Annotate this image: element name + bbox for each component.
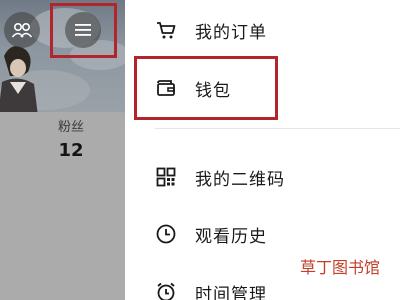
- alarm-clock-icon: [157, 282, 175, 300]
- menu-item-label: 观看历史: [195, 226, 267, 247]
- menu-divider: [155, 128, 400, 129]
- menu-item-my-qr-code[interactable]: 我的二维码: [125, 155, 400, 199]
- clock-icon: [156, 224, 176, 244]
- menu-item-label: 时间管理: [195, 284, 267, 300]
- watermark-text: 草丁: [300, 258, 333, 277]
- watermark-text: 图书馆: [332, 258, 381, 277]
- followers-label: 粉丝: [57, 120, 84, 135]
- followers-count: 12: [58, 140, 84, 161]
- highlight-box-menu-button: [50, 3, 117, 58]
- highlight-box-wallet: [134, 56, 278, 120]
- cart-icon: [157, 22, 176, 39]
- menu-item-my-orders[interactable]: 我的订单: [125, 8, 400, 52]
- menu-item-label: 我的二维码: [195, 169, 285, 190]
- menu-item-watch-history[interactable]: 观看历史: [125, 212, 400, 256]
- friends-button[interactable]: [4, 12, 40, 48]
- menu-item-label: 我的订单: [195, 22, 267, 43]
- qr-code-icon: [156, 167, 176, 187]
- people-icon: [11, 22, 33, 38]
- watermark: 草丁图书馆: [300, 254, 380, 278]
